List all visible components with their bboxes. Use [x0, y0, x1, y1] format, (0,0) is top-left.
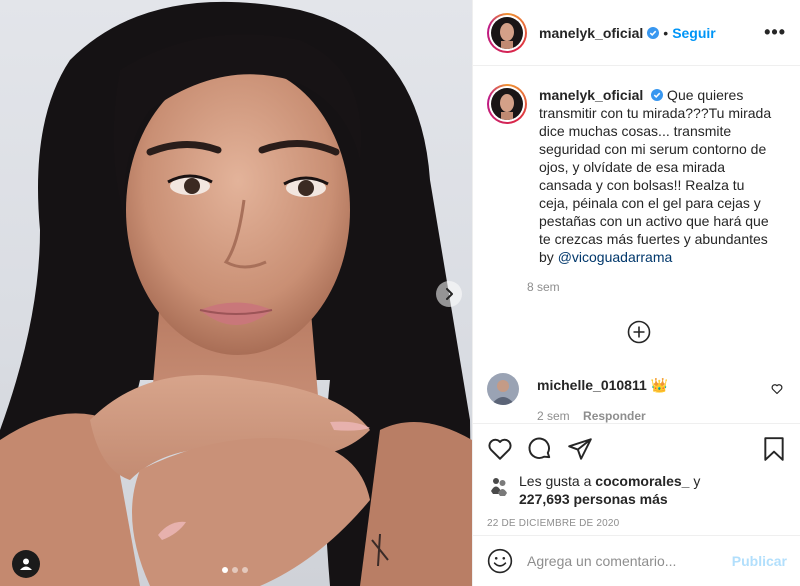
- caption-body: Que quieres transmitir con tu mirada???T…: [539, 87, 772, 265]
- add-comment-bar: Publicar: [473, 535, 800, 586]
- post-media[interactable]: [0, 0, 472, 586]
- post-details-panel: manelyk_oficial • Seguir ••• manelyk_ofi…: [472, 0, 800, 586]
- smiley-icon[interactable]: [487, 548, 513, 574]
- header-avatar[interactable]: [487, 12, 527, 53]
- likes-user-link[interactable]: cocomorales_: [595, 473, 689, 489]
- carousel-next-button[interactable]: [436, 281, 462, 307]
- likes-count-link[interactable]: 227,693 personas más: [519, 491, 668, 507]
- comment-bubble-icon[interactable]: [527, 436, 553, 462]
- comment-crown-emoji: 👑: [650, 377, 669, 393]
- comment-avatar[interactable]: [487, 373, 519, 405]
- carousel-indicator: [222, 567, 248, 573]
- verified-badge-icon: [647, 26, 660, 39]
- comment-username[interactable]: michelle_010811: [537, 377, 647, 393]
- caption-username[interactable]: manelyk_oficial: [539, 87, 643, 103]
- heart-icon[interactable]: [771, 383, 783, 395]
- post-header: manelyk_oficial • Seguir •••: [473, 0, 800, 66]
- comment-timestamp: 2 sem: [537, 409, 570, 423]
- tagged-users-button[interactable]: [12, 550, 40, 578]
- carousel-dot: [232, 567, 238, 573]
- avatar-image: [491, 16, 523, 49]
- comment-item: michelle_010811 👑 2 sem Responder: [487, 373, 787, 423]
- caption-timestamp: 8 sem: [527, 280, 560, 294]
- carousel-dot: [222, 567, 228, 573]
- plus-circle-icon[interactable]: [627, 320, 651, 344]
- caption-mention-link[interactable]: @vicoguadarrama: [558, 249, 673, 265]
- likes-middle: y: [689, 473, 701, 489]
- reply-button[interactable]: Responder: [583, 409, 646, 423]
- verified-badge-icon: [651, 89, 664, 101]
- action-bar: [473, 424, 800, 464]
- post-modal: manelyk_oficial • Seguir ••• manelyk_ofi…: [0, 0, 800, 586]
- caption-avatar[interactable]: [487, 84, 527, 124]
- likes-summary: Les gusta a cocomorales_ y 227,693 perso…: [473, 464, 800, 508]
- header-username[interactable]: manelyk_oficial: [539, 25, 643, 41]
- post-photo: [0, 1, 472, 586]
- carousel-dot: [242, 567, 248, 573]
- heart-icon[interactable]: [487, 436, 513, 462]
- likes-prefix: Les gusta a: [519, 473, 596, 489]
- avatar-image: [487, 373, 519, 405]
- caption-text: manelyk_oficial Que quieres transmitir c…: [539, 86, 775, 266]
- more-options-button[interactable]: •••: [764, 22, 786, 43]
- user-tag-icon: [20, 558, 32, 570]
- caption-block: manelyk_oficial Que quieres transmitir c…: [473, 66, 800, 294]
- header-separator: •: [663, 24, 669, 41]
- post-date: 22 DE DICIEMBRE DE 2020: [487, 518, 620, 529]
- liked-by-avatars-icon: [491, 478, 507, 496]
- bookmark-icon[interactable]: [761, 436, 787, 462]
- chevron-right-icon: [446, 288, 453, 300]
- publish-comment-button[interactable]: Publicar: [732, 553, 787, 569]
- comment-input[interactable]: [527, 553, 727, 569]
- avatar-image: [491, 88, 523, 120]
- post-actions-area: Les gusta a cocomorales_ y 227,693 perso…: [473, 423, 800, 529]
- follow-button[interactable]: Seguir: [672, 25, 716, 41]
- paper-plane-icon[interactable]: [567, 436, 593, 462]
